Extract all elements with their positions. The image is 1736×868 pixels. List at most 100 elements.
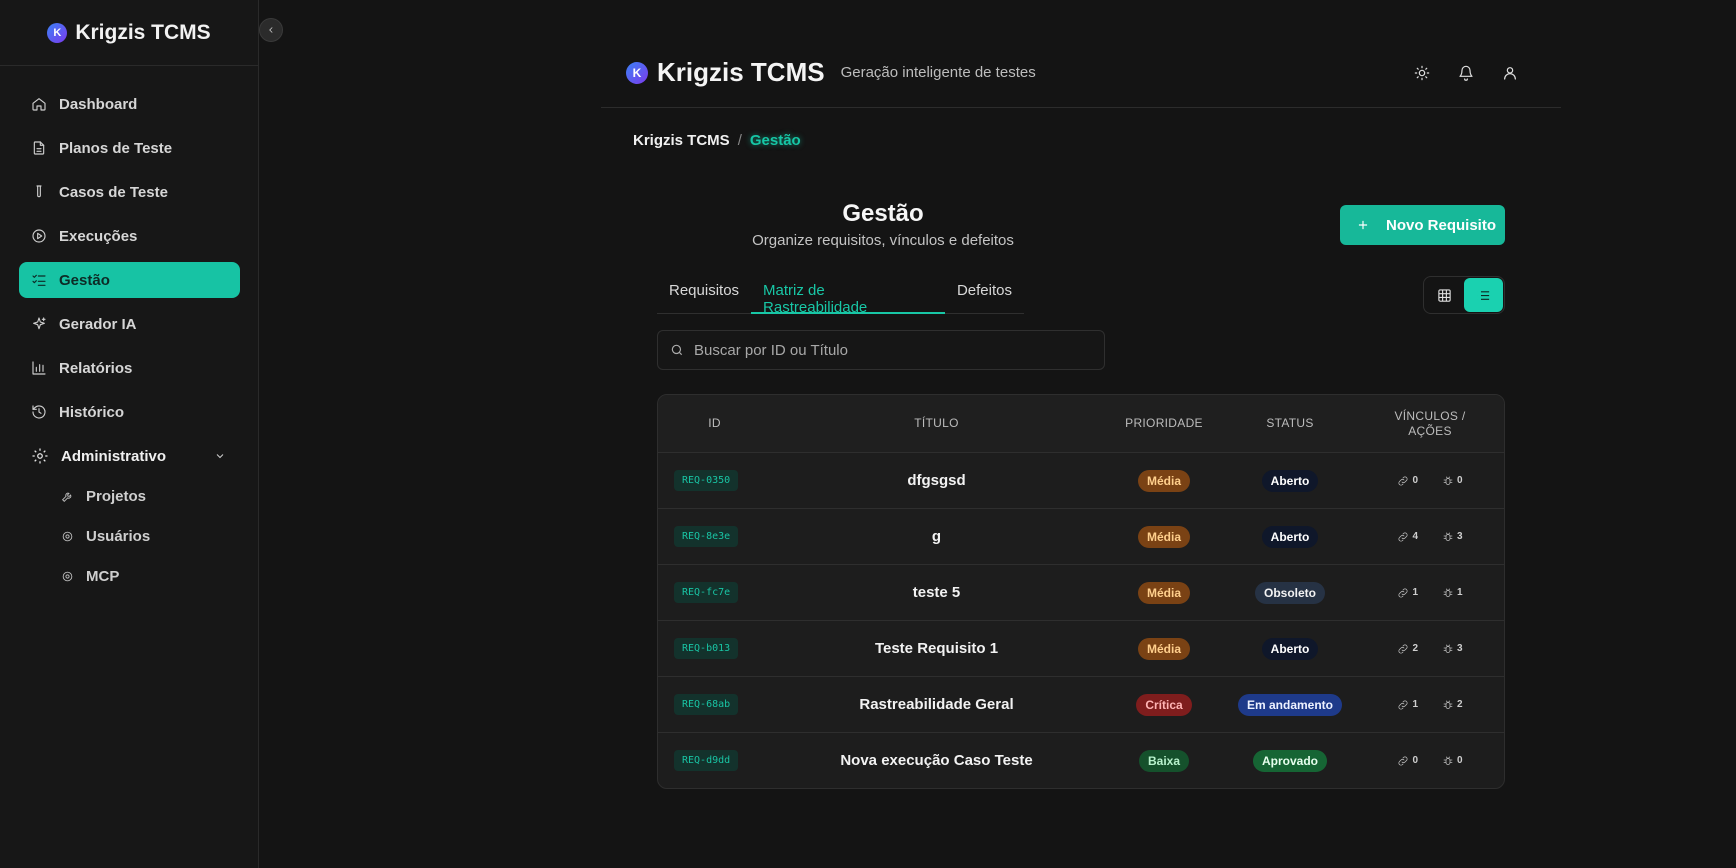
- links-count-value: 4: [1412, 531, 1418, 542]
- column-header-title[interactable]: TÍTULO: [771, 416, 1102, 431]
- status-badge: Aprovado: [1252, 749, 1327, 772]
- sidebar-item-label: Planos de Teste: [59, 139, 173, 157]
- links-count[interactable]: 2: [1397, 643, 1418, 655]
- defects-count[interactable]: 2: [1442, 699, 1463, 711]
- home-icon: [32, 98, 46, 111]
- link-icon: [1398, 476, 1408, 485]
- links-count-value: 0: [1412, 755, 1418, 766]
- requirement-id[interactable]: REQ-8e3e: [674, 526, 739, 547]
- column-header-priority[interactable]: PRIORIDADE: [1102, 416, 1226, 431]
- table-row[interactable]: REQ-8e3e g Média Aberto 4 3: [658, 508, 1504, 564]
- breadcrumb-root[interactable]: Krigzis TCMS: [633, 132, 730, 149]
- grid-view-button[interactable]: [1425, 278, 1464, 312]
- plus-icon: [1358, 220, 1368, 230]
- bug-icon: [1443, 476, 1453, 485]
- tabs: Requisitos Matriz de Rastreabilidade Def…: [657, 272, 1024, 316]
- logo-icon: K: [47, 22, 68, 43]
- sidebar-item-execucoes[interactable]: Execuções: [19, 218, 240, 254]
- table-row[interactable]: REQ-d9dd Nova execução Caso Teste Baixa …: [658, 732, 1504, 788]
- requirement-title: Nova execução Caso Teste: [840, 752, 1033, 769]
- defects-count[interactable]: 1: [1442, 587, 1463, 599]
- sidebar-item-dashboard[interactable]: Dashboard: [19, 86, 240, 122]
- new-requirement-button[interactable]: Novo Requisito: [1340, 205, 1505, 245]
- table-row[interactable]: REQ-68ab Rastreabilidade Geral Crítica E…: [658, 676, 1504, 732]
- bug-icon: [1443, 532, 1453, 541]
- search-input[interactable]: [694, 341, 1094, 359]
- requirement-id[interactable]: REQ-d9dd: [674, 750, 739, 771]
- page-title: Gestão: [842, 200, 924, 227]
- defects-count[interactable]: 0: [1442, 755, 1463, 767]
- header-actions: [1413, 64, 1519, 82]
- link-icon: [1398, 644, 1408, 653]
- tab-matriz-rastreabilidade[interactable]: Matriz de Rastreabilidade: [751, 272, 945, 316]
- column-header-links-line1: VÍNCULOS /: [1394, 408, 1466, 423]
- requirement-id[interactable]: REQ-0350: [674, 470, 739, 491]
- bug-icon: [1443, 588, 1453, 597]
- defects-count[interactable]: 3: [1442, 643, 1463, 655]
- requirement-title: Teste Requisito 1: [874, 640, 999, 657]
- links-count[interactable]: 0: [1397, 475, 1418, 487]
- traceability-table: ID TÍTULO PRIORIDADE STATUS VÍNCULOS / A…: [657, 394, 1505, 789]
- defects-count-value: 0: [1457, 755, 1463, 766]
- links-count-value: 2: [1412, 643, 1418, 654]
- chevron-left-icon: [269, 27, 273, 33]
- links-count[interactable]: 1: [1397, 699, 1418, 711]
- requirement-id[interactable]: REQ-fc7e: [674, 582, 739, 603]
- history-icon: [32, 405, 46, 419]
- defects-count-value: 2: [1457, 699, 1463, 710]
- theme-toggle-button[interactable]: [1413, 64, 1431, 82]
- table-row[interactable]: REQ-fc7e teste 5 Média Obsoleto 1 1: [658, 564, 1504, 620]
- sidebar-item-planos[interactable]: Planos de Teste: [19, 130, 240, 166]
- list-view-button[interactable]: [1464, 278, 1503, 312]
- table-row[interactable]: REQ-0350 dfgsgsd Média Aberto 0 0: [658, 452, 1504, 508]
- column-header-status[interactable]: STATUS: [1226, 416, 1354, 431]
- app-title[interactable]: Krigzis TCMS: [657, 57, 825, 88]
- bar-chart-icon: [32, 361, 46, 375]
- priority-badge: Média: [1137, 581, 1190, 604]
- user-menu-button[interactable]: [1501, 64, 1519, 82]
- sidebar-subitem-label: Usuários: [86, 527, 151, 545]
- chevron-down-icon: [216, 454, 224, 459]
- column-header-id[interactable]: ID: [658, 416, 771, 431]
- sidebar-collapse-button[interactable]: [259, 18, 283, 42]
- sidebar-group-administrativo[interactable]: Administrativo: [19, 438, 240, 474]
- sidebar-item-label: Execuções: [59, 227, 138, 245]
- defects-count-value: 1: [1457, 587, 1463, 598]
- table-row[interactable]: REQ-b013 Teste Requisito 1 Média Aberto …: [658, 620, 1504, 676]
- links-count[interactable]: 0: [1397, 755, 1418, 767]
- sidebar-subitem-usuarios[interactable]: Usuários: [61, 520, 240, 552]
- requirement-title: teste 5: [912, 584, 961, 601]
- new-requirement-label: Novo Requisito: [1386, 216, 1497, 234]
- sidebar-item-gerador-ia[interactable]: Gerador IA: [19, 306, 240, 342]
- tab-defeitos[interactable]: Defeitos: [945, 272, 1024, 314]
- sidebar-item-gestao[interactable]: Gestão: [19, 262, 240, 298]
- requirement-id[interactable]: REQ-b013: [674, 638, 739, 659]
- gear-icon: [32, 448, 48, 464]
- defects-count[interactable]: 3: [1442, 531, 1463, 543]
- tab-requisitos[interactable]: Requisitos: [657, 272, 751, 314]
- sidebar-item-casos[interactable]: Casos de Teste: [19, 174, 240, 210]
- sidebar-item-historico[interactable]: Histórico: [19, 394, 240, 430]
- user-icon: [1504, 66, 1516, 80]
- sidebar-subitem-projetos[interactable]: Projetos: [61, 480, 240, 512]
- notifications-button[interactable]: [1457, 64, 1475, 82]
- table-header-row: ID TÍTULO PRIORIDADE STATUS VÍNCULOS / A…: [658, 395, 1504, 452]
- status-badge: Em andamento: [1237, 693, 1342, 716]
- links-count[interactable]: 4: [1397, 531, 1418, 543]
- sidebar-item-relatorios[interactable]: Relatórios: [19, 350, 240, 386]
- sidebar-brand[interactable]: K Krigzis TCMS: [0, 0, 258, 66]
- sidebar-subitem-label: MCP: [86, 567, 120, 585]
- sidebar-item-label: Gerador IA: [59, 315, 137, 333]
- sidebar-nav: Dashboard Planos de Teste Casos de Teste…: [0, 66, 258, 592]
- breadcrumb-separator: /: [737, 132, 742, 149]
- sidebar-brand-name: Krigzis TCMS: [75, 20, 211, 44]
- grid-icon: [1438, 288, 1451, 302]
- logo-icon: K: [626, 61, 648, 84]
- sidebar-item-label: Histórico: [59, 403, 125, 421]
- sidebar: K Krigzis TCMS Dashboard Planos de Teste…: [0, 0, 259, 868]
- links-count[interactable]: 1: [1397, 587, 1418, 599]
- sidebar-subitem-mcp[interactable]: MCP: [61, 560, 240, 592]
- defects-count[interactable]: 0: [1442, 475, 1463, 487]
- requirement-id[interactable]: REQ-68ab: [674, 694, 739, 715]
- breadcrumb: Krigzis TCMS / Gestão: [633, 132, 801, 149]
